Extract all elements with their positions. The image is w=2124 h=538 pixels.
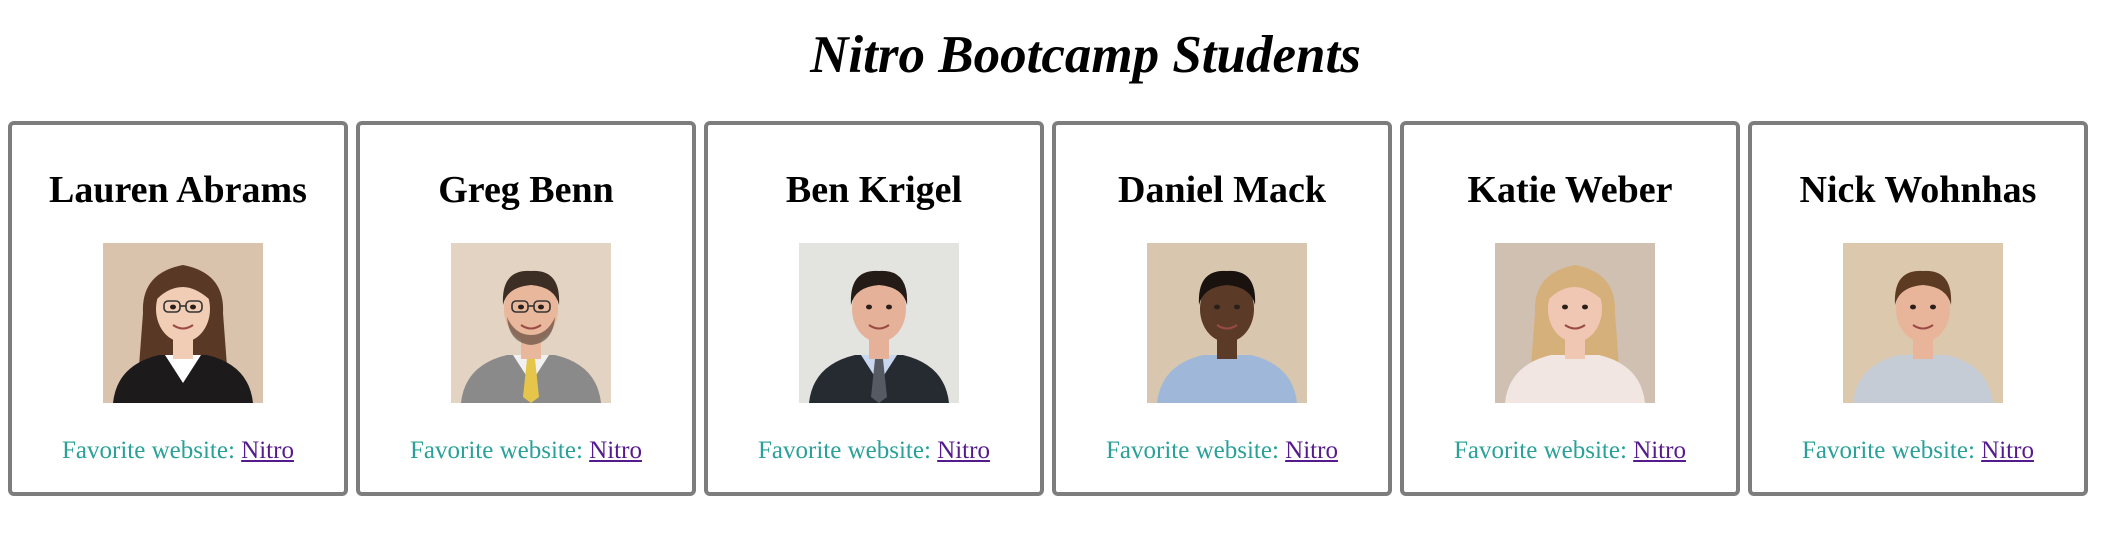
student-photo xyxy=(1495,243,1655,403)
student-card: Lauren Abrams Favorite website: Nitro xyxy=(8,121,348,496)
favorite-website-link[interactable]: Nitro xyxy=(241,437,294,464)
favorite-website-link[interactable]: Nitro xyxy=(1633,437,1686,464)
student-card: Katie Weber Favorite website: Nitro xyxy=(1400,121,1740,496)
favorite-website-link[interactable]: Nitro xyxy=(1285,437,1338,464)
favorite-website-line: Favorite website: Nitro xyxy=(1056,436,1388,466)
student-name: Greg Benn xyxy=(438,169,614,211)
page-title: Nitro Bootcamp Students xyxy=(810,26,1361,84)
favorite-website-line: Favorite website: Nitro xyxy=(1404,436,1736,466)
student-name: Daniel Mack xyxy=(1118,169,1326,211)
favorite-website-label: Favorite website: xyxy=(1106,437,1279,464)
student-card: Daniel Mack Favorite website: Nitro xyxy=(1052,121,1392,496)
student-name: Nick Wohnhas xyxy=(1799,169,2037,211)
favorite-website-label: Favorite website: xyxy=(62,437,235,464)
student-name: Lauren Abrams xyxy=(49,169,307,211)
student-photo xyxy=(1843,243,2003,403)
student-photo xyxy=(451,243,611,403)
student-photo xyxy=(103,243,263,403)
student-name: Katie Weber xyxy=(1467,169,1673,211)
favorite-website-line: Favorite website: Nitro xyxy=(12,436,344,466)
favorite-website-label: Favorite website: xyxy=(758,437,931,464)
student-card: Ben Krigel Favorite website: Nitro xyxy=(704,121,1044,496)
student-photo xyxy=(799,243,959,403)
favorite-website-link[interactable]: Nitro xyxy=(1981,437,2034,464)
student-card: Nick Wohnhas Favorite website: Nitro xyxy=(1748,121,2088,496)
student-card-list: Lauren Abrams Favorite website: Nitro Gr… xyxy=(8,121,2088,496)
favorite-website-link[interactable]: Nitro xyxy=(937,437,990,464)
favorite-website-line: Favorite website: Nitro xyxy=(708,436,1040,466)
favorite-website-line: Favorite website: Nitro xyxy=(360,436,692,466)
favorite-website-label: Favorite website: xyxy=(410,437,583,464)
favorite-website-link[interactable]: Nitro xyxy=(589,437,642,464)
student-card: Greg Benn Favorite website: Nitro xyxy=(356,121,696,496)
favorite-website-label: Favorite website: xyxy=(1802,437,1975,464)
favorite-website-line: Favorite website: Nitro xyxy=(1752,436,2084,466)
student-photo xyxy=(1147,243,1307,403)
favorite-website-label: Favorite website: xyxy=(1454,437,1627,464)
student-name: Ben Krigel xyxy=(785,169,963,211)
